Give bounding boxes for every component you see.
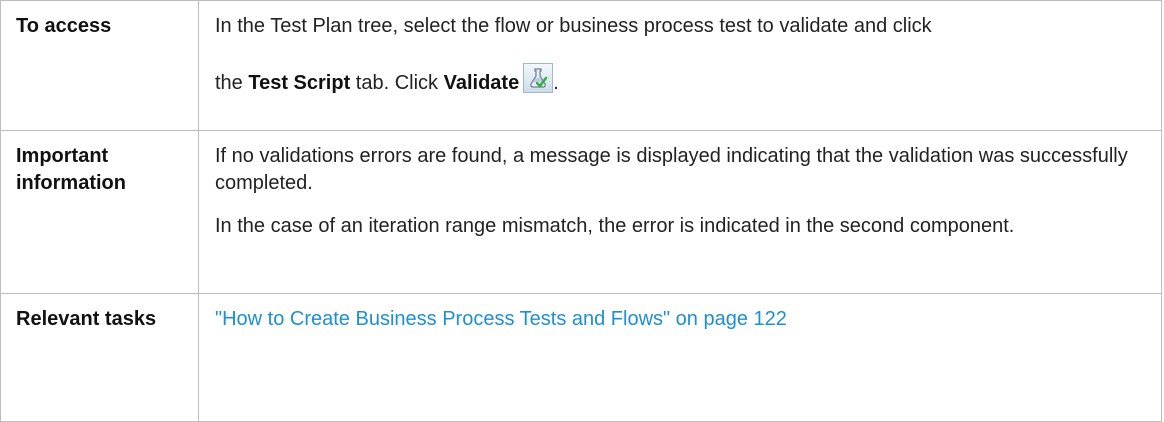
text-fragment: tab. Click — [350, 72, 444, 94]
access-line-1: In the Test Plan tree, select the flow o… — [215, 15, 932, 37]
row-label: To access — [0, 0, 199, 131]
create-bpt-flows-link[interactable]: "How to Create Business Process Tests an… — [215, 308, 787, 330]
flask-check-icon — [530, 68, 548, 88]
row-content: If no validations errors are found, a me… — [198, 130, 1162, 294]
row-label: Important information — [0, 130, 199, 294]
paragraph: In the case of an iteration range mismat… — [215, 215, 1015, 237]
row-content: "How to Create Business Process Tests an… — [198, 293, 1162, 422]
row-important-information: Important information If no validations … — [0, 130, 1162, 294]
info-table: To access In the Test Plan tree, select … — [0, 0, 1162, 422]
validate-icon — [523, 63, 554, 93]
text-fragment: the — [215, 72, 249, 94]
paragraph: If no validations errors are found, a me… — [215, 145, 1128, 194]
row-content: In the Test Plan tree, select the flow o… — [198, 0, 1162, 131]
validate-button-name: Validate — [443, 72, 520, 94]
access-line-2: the Test Script tab. Click Validate . — [215, 63, 1141, 97]
row-relevant-tasks: Relevant tasks "How to Create Business P… — [0, 293, 1162, 422]
row-to-access: To access In the Test Plan tree, select … — [0, 0, 1162, 131]
test-script-tab-name: Test Script — [248, 72, 351, 94]
text-fragment: . — [553, 72, 559, 94]
row-label: Relevant tasks — [0, 293, 199, 422]
